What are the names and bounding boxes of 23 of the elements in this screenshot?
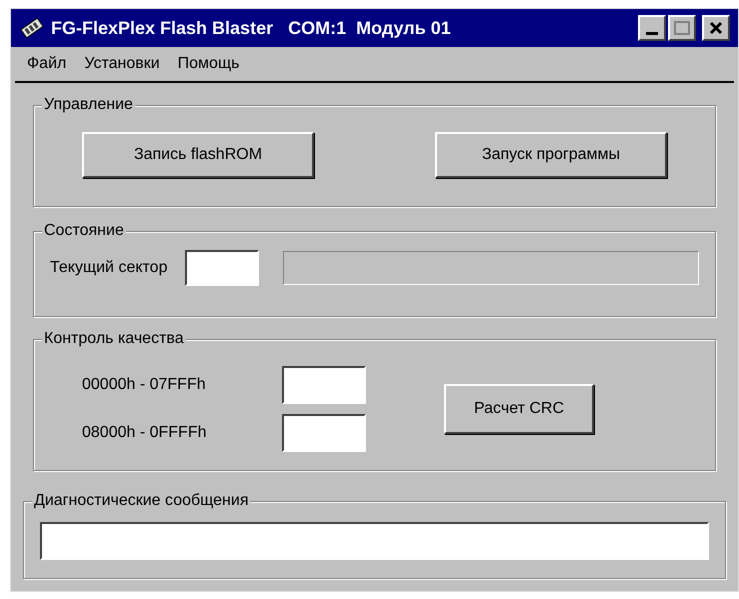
group-title: Контроль качества (42, 329, 186, 349)
crc-button[interactable]: Расчет CRC (444, 384, 594, 434)
field-label: Текущий сектор (50, 258, 168, 278)
menu-item[interactable]: Установки (84, 52, 160, 76)
group-title: Управление (42, 95, 135, 115)
group-title: Диагностические сообщения (32, 491, 250, 511)
diagnostic-field[interactable] (40, 522, 709, 560)
close-icon (709, 21, 723, 35)
range-label: 00000h - 07FFFh (82, 375, 207, 395)
minimize-icon (646, 32, 658, 35)
range-label: 08000h - 0FFFFh (82, 423, 208, 443)
close-button[interactable] (702, 15, 730, 41)
minimize-button[interactable] (638, 15, 666, 41)
action-button[interactable]: Запуск программы (435, 132, 667, 178)
action-button[interactable]: Запись flashROM (82, 132, 314, 178)
maximize-button[interactable] (668, 15, 696, 41)
maximize-icon (674, 21, 690, 35)
window-title: FG-FlexPlex Flash Blaster COM:1 Модуль 01 (51, 16, 452, 40)
menu-item[interactable]: Помощь (178, 52, 240, 76)
sector-field[interactable] (185, 250, 260, 286)
menu-item[interactable]: Файл (27, 52, 66, 76)
crc-field[interactable] (282, 414, 366, 452)
crc-field[interactable] (282, 366, 366, 404)
